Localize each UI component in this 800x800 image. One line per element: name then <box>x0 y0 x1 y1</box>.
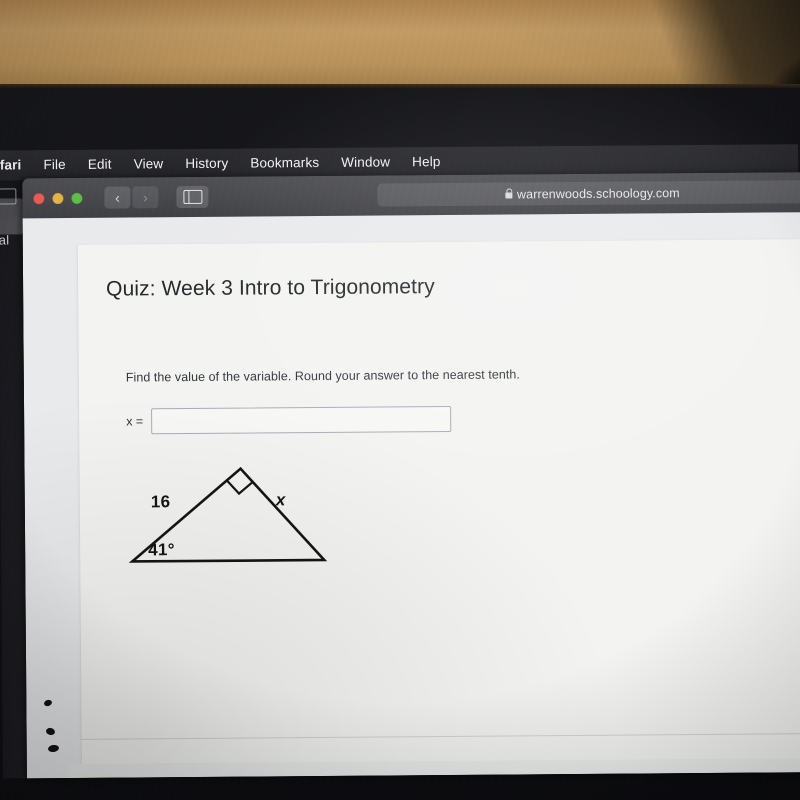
maximize-button[interactable] <box>71 192 83 204</box>
lock-icon <box>504 191 513 199</box>
angle-label-41: 41° <box>148 540 175 560</box>
sidebar-toggle-button[interactable] <box>176 185 209 209</box>
triangle-svg <box>128 466 328 563</box>
page-viewport: Quiz: Week 3 Intro to Trigonometry Find … <box>22 212 800 779</box>
back-icon[interactable]: ‹ <box>104 186 131 209</box>
url-text: warrenwoods.schoology.com <box>516 185 680 201</box>
side-label-x: x <box>275 490 286 510</box>
quiz-content-card: Quiz: Week 3 Intro to Trigonometry Find … <box>76 238 800 765</box>
menu-item-help[interactable]: Help <box>401 147 452 177</box>
window-controls <box>33 192 83 204</box>
right-angle-marker <box>226 479 254 496</box>
answer-row: x = <box>126 405 452 435</box>
menu-item-safari[interactable]: afari <box>0 150 33 180</box>
menu-item-bookmarks[interactable]: Bookmarks <box>239 148 330 179</box>
sidebar-icon <box>182 189 202 205</box>
triangle-diagram: 16 41° x <box>123 455 354 582</box>
card-divider <box>81 733 800 740</box>
navigation-buttons: ‹ › <box>104 186 159 209</box>
menu-item-view[interactable]: View <box>123 149 175 179</box>
safari-browser-window: ‹ › warrenwoods.schoology.com Quiz: Week… <box>22 172 800 779</box>
page-title: Quiz: Week 3 Intro to Trigonometry <box>106 275 435 301</box>
desktop-background-window <box>0 198 23 235</box>
photographed-laptop-screen: al afari File Edit View History Bookmark… <box>0 0 800 800</box>
answer-label: x = <box>126 414 144 429</box>
menu-item-window[interactable]: Window <box>330 147 401 178</box>
question-prompt: Find the value of the variable. Round yo… <box>125 367 520 385</box>
side-label-16: 16 <box>150 492 171 512</box>
menu-item-history[interactable]: History <box>174 149 239 180</box>
laptop-screen-content: al afari File Edit View History Bookmark… <box>0 0 800 800</box>
answer-input[interactable] <box>151 405 452 435</box>
browser-toolbar: ‹ › warrenwoods.schoology.com <box>22 172 800 219</box>
menu-item-edit[interactable]: Edit <box>77 150 123 180</box>
menu-item-file[interactable]: File <box>32 150 77 180</box>
address-bar[interactable]: warrenwoods.schoology.com <box>377 180 800 207</box>
forward-icon[interactable]: › <box>132 186 159 209</box>
minimize-button[interactable] <box>52 192 64 204</box>
close-button[interactable] <box>33 192 45 204</box>
desktop-partial-label: al <box>0 232 10 248</box>
